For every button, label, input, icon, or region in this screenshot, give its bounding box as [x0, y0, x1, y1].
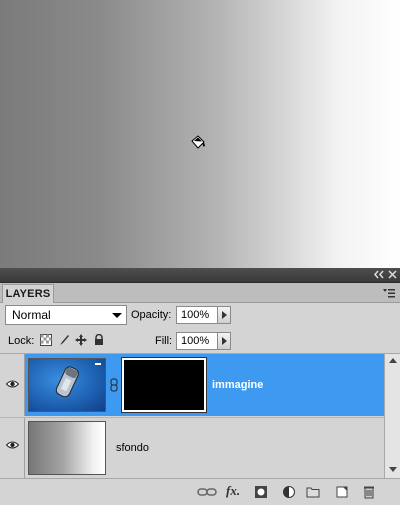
link-layers-icon[interactable] — [197, 485, 217, 499]
tab-layers[interactable]: LAYERS — [2, 284, 54, 303]
fill-label: Fill: — [155, 335, 173, 347]
layer-name[interactable]: sfondo — [116, 441, 149, 455]
new-group-icon[interactable] — [306, 485, 320, 499]
chevron-down-icon — [112, 313, 122, 318]
scroll-up-icon[interactable] — [389, 358, 397, 363]
document-canvas[interactable] — [0, 0, 400, 268]
layers-bottom-toolbar: fx. — [0, 478, 400, 505]
visibility-toggle[interactable] — [0, 354, 25, 416]
panel-title-bar — [0, 268, 400, 283]
opacity-input[interactable]: 100% — [176, 306, 218, 324]
layer-row-sfondo[interactable]: sfondo — [0, 417, 384, 478]
delete-layer-icon[interactable] — [362, 485, 376, 499]
layers-list: immagine sfondo — [0, 354, 384, 478]
layers-panel: LAYERS Normal Opacity: 100% Lock: Fill: … — [0, 268, 400, 505]
scroll-down-icon[interactable] — [389, 467, 397, 472]
fill-input[interactable]: 100% — [176, 332, 218, 350]
eye-icon — [6, 380, 19, 388]
lock-label: Lock: — [8, 335, 35, 347]
blend-mode-value: Normal — [12, 308, 51, 322]
blend-opacity-row: Normal Opacity: 100% — [0, 303, 400, 329]
visibility-toggle[interactable] — [0, 418, 25, 478]
shaver-image-icon — [55, 363, 101, 398]
mask-link-icon[interactable] — [110, 378, 118, 392]
adjustment-layer-icon[interactable] — [282, 485, 296, 499]
panel-menu-icon[interactable] — [382, 287, 396, 299]
layer-mask-thumbnail[interactable] — [121, 357, 207, 413]
new-layer-icon[interactable] — [335, 485, 349, 499]
opacity-label: Opacity: — [131, 309, 172, 321]
lock-fill-row: Lock: Fill: 100% — [0, 329, 400, 354]
lock-transparent-pixels-icon[interactable] — [40, 334, 52, 346]
lock-position-icon[interactable] — [75, 334, 87, 346]
layers-scrollbar[interactable] — [384, 354, 400, 478]
eye-icon — [6, 441, 19, 449]
opacity-slider-button[interactable] — [217, 306, 231, 324]
add-style-icon[interactable]: fx. — [226, 483, 240, 499]
add-mask-icon[interactable] — [254, 485, 268, 499]
lock-all-icon[interactable] — [93, 334, 105, 346]
paint-bucket-cursor-icon — [191, 135, 205, 149]
blend-mode-select[interactable]: Normal — [5, 305, 127, 325]
fill-slider-button[interactable] — [217, 332, 231, 350]
layer-thumbnail[interactable] — [28, 358, 106, 412]
collapse-panel-icon[interactable] — [374, 270, 384, 279]
layer-name[interactable]: immagine — [212, 378, 263, 392]
layer-thumbnail[interactable] — [28, 421, 106, 475]
lock-image-pixels-icon[interactable] — [58, 334, 70, 346]
panel-tab-row: LAYERS — [0, 283, 400, 303]
layer-row-immagine[interactable]: immagine — [0, 354, 384, 416]
close-panel-icon[interactable] — [388, 270, 397, 279]
